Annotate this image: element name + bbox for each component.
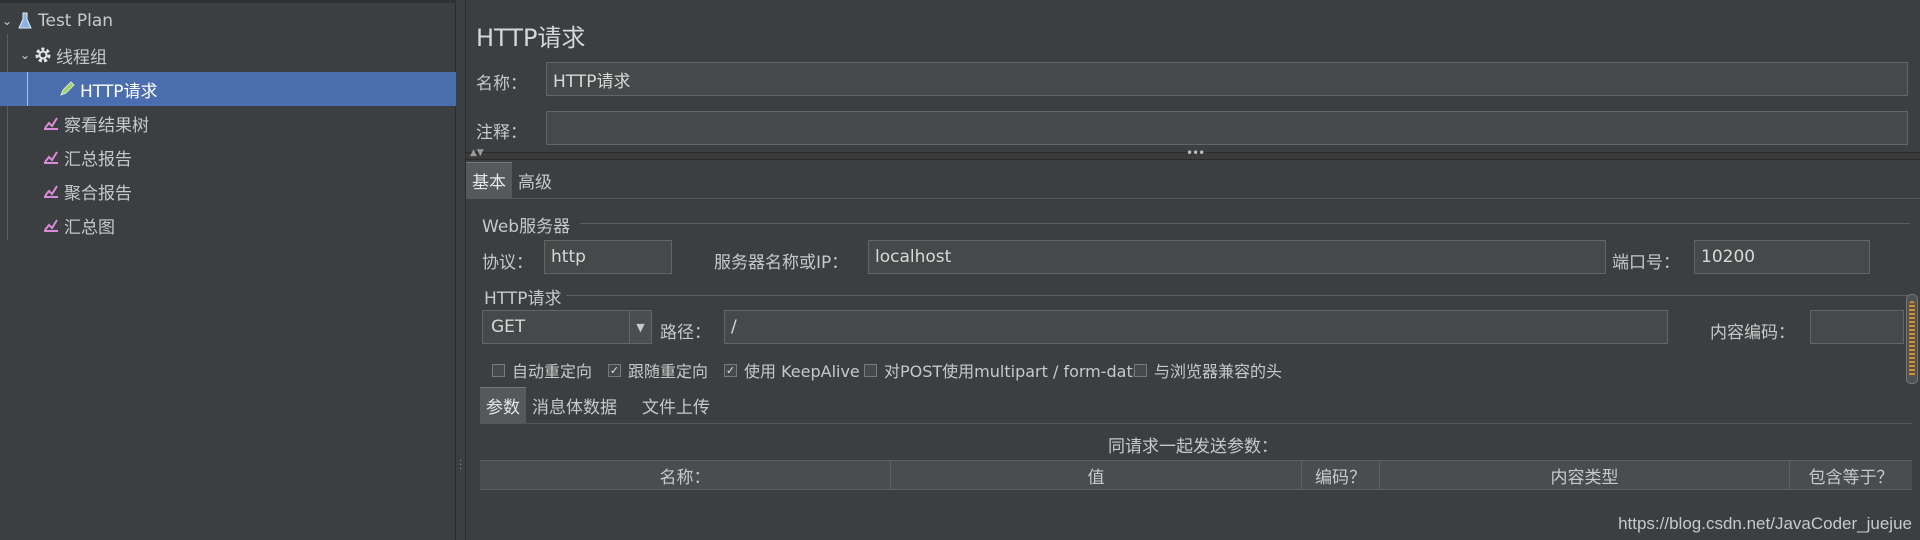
tree-item-label: HTTP请求 bbox=[80, 81, 158, 102]
group-divider bbox=[580, 223, 1910, 224]
tree-item-http-request[interactable]: HTTP请求 bbox=[0, 72, 456, 106]
scrollbar-thumb[interactable] bbox=[1909, 301, 1915, 377]
tree-item-label: 汇总图 bbox=[64, 217, 115, 238]
protocol-label: 协议： bbox=[482, 253, 533, 273]
jmeter-window: ⌄ Test Plan ⌄ 线程组 HTTP请求 察看结果树 汇总报告 聚合报告… bbox=[0, 0, 1920, 540]
group-divider bbox=[566, 295, 1910, 296]
tree-guide-line bbox=[27, 72, 28, 106]
column-header-name[interactable]: 名称： bbox=[480, 461, 891, 489]
browser-compatible-headers-checkbox[interactable]: 与浏览器兼容的头 bbox=[1134, 358, 1282, 382]
path-label: 路径： bbox=[660, 323, 711, 343]
graph-icon bbox=[40, 147, 62, 167]
tab-file-upload[interactable]: 文件上传 bbox=[636, 387, 716, 423]
watermark-text: https://blog.csdn.net/JavaCoder_juejue bbox=[1618, 514, 1912, 533]
test-plan-tree: ⌄ Test Plan ⌄ 线程组 HTTP请求 察看结果树 汇总报告 聚合报告… bbox=[0, 0, 456, 540]
tab-advanced[interactable]: 高级 bbox=[512, 162, 558, 198]
checkbox-box[interactable] bbox=[1134, 363, 1147, 377]
tree-item-test-plan[interactable]: ⌄ Test Plan bbox=[0, 4, 456, 38]
chevron-down-icon[interactable]: ⌄ bbox=[0, 14, 14, 28]
http-request-group-title: HTTP请求 bbox=[484, 289, 562, 309]
checkbox-label: 使用 KeepAlive bbox=[744, 362, 860, 381]
drag-dots-icon: · · · bbox=[459, 456, 463, 475]
content-encoding-field[interactable] bbox=[1810, 310, 1904, 344]
tree-item-aggregate-report[interactable]: 聚合报告 bbox=[0, 174, 456, 208]
checkbox-box[interactable] bbox=[492, 363, 505, 377]
chevron-down-icon[interactable]: ⌄ bbox=[18, 48, 32, 62]
tab-parameters[interactable]: 参数 bbox=[480, 387, 526, 423]
method-value: GET bbox=[491, 317, 526, 337]
http-request-panel: HTTP请求 名称： HTTP请求 注释： ▲▼ ••• 基本 高级 Web服务… bbox=[466, 0, 1920, 540]
tree-item-summary-graph[interactable]: 汇总图 bbox=[0, 208, 456, 242]
content-encoding-label: 内容编码： bbox=[1710, 323, 1795, 343]
graph-icon bbox=[40, 215, 62, 235]
tree-item-summary-report[interactable]: 汇总报告 bbox=[0, 140, 456, 174]
tree-item-label: 察看结果树 bbox=[64, 115, 149, 136]
graph-icon bbox=[40, 113, 62, 133]
checkmark-icon[interactable]: ✓ bbox=[608, 363, 621, 377]
server-name-label: 服务器名称或IP： bbox=[714, 253, 849, 273]
port-label: 端口号： bbox=[1612, 253, 1680, 273]
method-select[interactable]: GET ▼ bbox=[482, 310, 652, 344]
tree-item-thread-group[interactable]: ⌄ 线程组 bbox=[0, 38, 456, 72]
checkbox-label: 跟随重定向 bbox=[628, 362, 709, 381]
server-name-field[interactable]: localhost bbox=[868, 240, 1606, 274]
path-field[interactable]: / bbox=[724, 310, 1668, 344]
tab-divider bbox=[466, 198, 1920, 199]
vertical-scrollbar[interactable] bbox=[1906, 294, 1918, 384]
tab-body-data[interactable]: 消息体数据 bbox=[526, 387, 623, 423]
multipart-checkbox[interactable]: 对POST使用multipart / form-data bbox=[864, 358, 1143, 382]
checkbox-label: 自动重定向 bbox=[512, 362, 593, 381]
params-table-header: 名称： 值 编码？ 内容类型 包含等于？ bbox=[480, 460, 1912, 490]
checkbox-label: 与浏览器兼容的头 bbox=[1154, 362, 1283, 381]
pen-icon bbox=[56, 79, 78, 99]
tree-item-label: 线程组 bbox=[56, 47, 107, 68]
comment-label: 注释： bbox=[476, 123, 527, 143]
web-server-group-title: Web服务器 bbox=[482, 217, 571, 237]
page-title: HTTP请求 bbox=[476, 24, 586, 52]
tab-divider bbox=[480, 423, 1912, 424]
column-header-content-type[interactable]: 内容类型 bbox=[1380, 461, 1790, 489]
checkmark-icon[interactable]: ✓ bbox=[724, 363, 737, 377]
tree-item-view-results-tree[interactable]: 察看结果树 bbox=[0, 106, 456, 140]
chevron-down-icon[interactable]: ▼ bbox=[629, 311, 651, 343]
column-header-include-equals[interactable]: 包含等于？ bbox=[1790, 461, 1912, 489]
column-header-value[interactable]: 值 bbox=[891, 461, 1302, 489]
protocol-field[interactable]: http bbox=[544, 240, 672, 274]
tree-top-strip bbox=[0, 0, 456, 3]
tree-item-label: 汇总报告 bbox=[64, 149, 132, 170]
params-caption: 同请求一起发送参数： bbox=[1108, 437, 1278, 457]
comment-field[interactable] bbox=[546, 111, 1908, 145]
keepalive-checkbox[interactable]: ✓ 使用 KeepAlive bbox=[724, 358, 860, 382]
tab-basic[interactable]: 基本 bbox=[466, 162, 512, 198]
gear-icon bbox=[32, 45, 54, 65]
column-header-encode[interactable]: 编码？ bbox=[1302, 461, 1380, 489]
flask-icon bbox=[14, 11, 36, 31]
follow-redirects-checkbox[interactable]: ✓ 跟随重定向 bbox=[608, 358, 708, 382]
name-field[interactable]: HTTP请求 bbox=[546, 62, 1908, 96]
drag-dots-icon: ••• bbox=[1186, 146, 1205, 160]
port-field[interactable]: 10200 bbox=[1694, 240, 1870, 274]
checkbox-box[interactable] bbox=[864, 363, 877, 377]
auto-redirect-checkbox[interactable]: 自动重定向 bbox=[492, 358, 592, 382]
section-collapse-bar[interactable]: ▲▼ ••• bbox=[466, 146, 1920, 160]
graph-icon bbox=[40, 181, 62, 201]
collapse-arrows-icon[interactable]: ▲▼ bbox=[470, 148, 484, 158]
name-label: 名称： bbox=[476, 74, 527, 94]
tree-item-label: Test Plan bbox=[38, 11, 114, 31]
splitter-handle[interactable]: · · · bbox=[456, 0, 466, 540]
checkbox-label: 对POST使用multipart / form-data bbox=[884, 362, 1143, 381]
tree-item-label: 聚合报告 bbox=[64, 183, 132, 204]
